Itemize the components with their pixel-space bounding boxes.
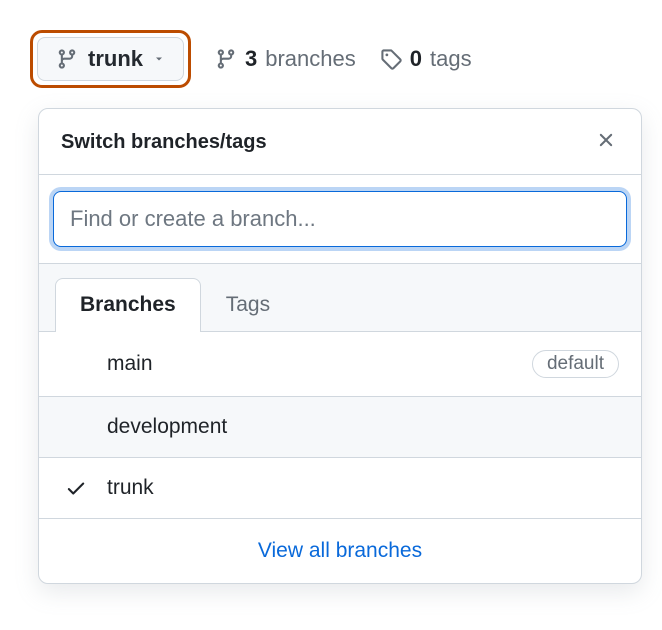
refs-tabs: Branches Tags xyxy=(39,264,641,332)
popup-title: Switch branches/tags xyxy=(61,131,267,154)
git-branch-icon xyxy=(215,48,237,70)
tab-tags[interactable]: Tags xyxy=(201,278,295,331)
branch-selector-button[interactable]: trunk xyxy=(37,37,184,81)
tags-link[interactable]: 0 tags xyxy=(380,46,472,72)
chevron-down-icon xyxy=(153,53,165,65)
tab-branches[interactable]: Branches xyxy=(55,278,201,332)
branches-text: branches xyxy=(265,46,356,72)
repo-toolbar: trunk 3 branches 0 tags xyxy=(30,30,632,88)
popup-header: Switch branches/tags xyxy=(39,109,641,175)
branches-link[interactable]: 3 branches xyxy=(215,46,356,72)
branch-list: main default development trunk xyxy=(39,332,641,519)
close-icon xyxy=(595,129,617,151)
branch-name: development xyxy=(107,415,227,439)
default-badge: default xyxy=(532,350,619,378)
branch-switcher-popup: Switch branches/tags Branches Tags main … xyxy=(38,108,642,584)
branch-name: main xyxy=(107,352,153,376)
check-icon xyxy=(65,477,87,499)
branch-name: trunk xyxy=(107,476,154,500)
branch-item-development[interactable]: development xyxy=(39,397,641,458)
tags-text: tags xyxy=(430,46,472,72)
branch-item-trunk[interactable]: trunk xyxy=(39,458,641,519)
view-all-branches-link[interactable]: View all branches xyxy=(39,519,641,583)
branch-selector-highlight: trunk xyxy=(30,30,191,88)
branch-item-main[interactable]: main default xyxy=(39,332,641,397)
tags-count: 0 xyxy=(410,46,422,72)
branch-filter-input[interactable] xyxy=(53,191,627,247)
current-branch-label: trunk xyxy=(88,46,143,72)
tag-icon xyxy=(380,48,402,70)
search-wrap xyxy=(39,175,641,264)
git-branch-icon xyxy=(56,48,78,70)
branches-count: 3 xyxy=(245,46,257,72)
close-button[interactable] xyxy=(591,125,621,160)
